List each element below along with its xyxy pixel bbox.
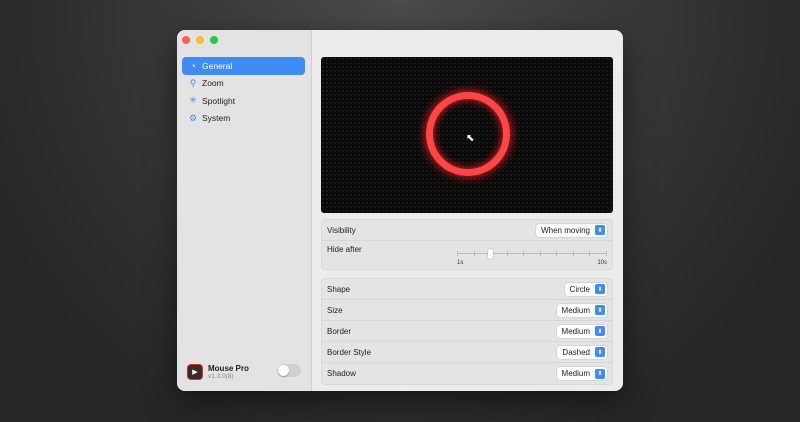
app-toggle[interactable]	[277, 364, 301, 377]
visibility-label: Visibility	[327, 225, 356, 235]
minimize-button[interactable]	[196, 36, 204, 44]
chevron-updown-icon: ⬍	[595, 284, 605, 294]
slider-track	[457, 253, 607, 254]
window-controls	[182, 36, 218, 44]
setting-value: Medium	[561, 326, 590, 336]
spotlight-icon: ✳	[189, 95, 197, 106]
setting-select[interactable]: Medium ⬍	[556, 367, 607, 380]
setting-select[interactable]: Medium ⬍	[556, 303, 607, 317]
sidebar-item-label: System	[202, 113, 231, 124]
hide-after-row: Hide after 1s 10s	[322, 241, 612, 269]
sidebar: ◔ General ⚲ Zoom ✳ Spotlight ⚙ System ▶ Mouse P…	[177, 30, 312, 391]
setting-row-size: Size Medium ⬍	[322, 300, 612, 321]
setting-select[interactable]: Circle ⬍	[564, 282, 607, 296]
setting-value: Dashed	[562, 347, 590, 357]
setting-label: Size	[327, 305, 343, 315]
setting-select[interactable]: Dashed ⬍	[557, 345, 607, 359]
slider-min-label: 1s	[457, 260, 464, 266]
slider-knob[interactable]	[488, 249, 494, 259]
app-icon: ▶	[187, 364, 203, 380]
setting-row-shadow: Shadow Medium ⬍	[322, 363, 612, 384]
setting-label: Shadow	[327, 369, 356, 378]
settings-window: ◔ General ⚲ Zoom ✳ Spotlight ⚙ System ▶ Mouse P…	[177, 30, 623, 391]
slider-tick	[556, 251, 558, 256]
slider-tick	[606, 251, 607, 256]
chevron-updown-icon: ⬍	[595, 368, 605, 379]
sidebar-item-label: General	[202, 60, 233, 71]
pointer-icon: ⬉	[466, 133, 475, 144]
setting-value: Medium	[561, 305, 590, 315]
setting-value: Circle	[569, 284, 590, 294]
chevron-updown-icon: ⬍	[595, 347, 605, 357]
visibility-row: Visibility When moving ⬍	[322, 220, 612, 241]
appearance-group: Shape Circle ⬍ Size Medium ⬍ Border Medium ⬍ Bord…	[321, 278, 613, 385]
setting-select[interactable]: Medium ⬍	[556, 324, 607, 338]
cursor-preview: ⬉	[321, 57, 613, 213]
sidebar-item-label: Spotlight	[202, 95, 236, 106]
setting-label: Border Style	[327, 347, 372, 357]
slider-tick	[539, 251, 541, 256]
slider-tick	[572, 251, 574, 256]
setting-value: Medium	[561, 369, 590, 378]
sidebar-item-spotlight[interactable]: ✳ Spotlight	[182, 92, 305, 110]
visibility-select[interactable]: When moving ⬍	[536, 223, 607, 237]
hide-after-label: Hide after	[327, 245, 362, 254]
zoom-icon: ⚲	[189, 77, 197, 88]
gauge-icon: ◔	[190, 60, 196, 71]
slider-tick	[523, 251, 525, 256]
hide-after-slider[interactable]: 1s 10s	[457, 245, 607, 267]
sidebar-item-system[interactable]: ⚙ System	[182, 110, 305, 128]
setting-row-border-style: Border Style Dashed ⬍	[322, 342, 612, 363]
visibility-group: Visibility When moving ⬍ Hide after 1s 10…	[321, 219, 613, 270]
setting-row-border: Border Medium ⬍	[322, 321, 612, 342]
setting-label: Shape	[327, 284, 351, 294]
slider-tick	[589, 251, 591, 256]
slider-tick	[506, 251, 508, 256]
visibility-value: When moving	[541, 225, 590, 235]
close-button[interactable]	[182, 36, 190, 44]
sidebar-item-zoom[interactable]: ⚲ Zoom	[182, 75, 305, 93]
slider-max-label: 10s	[597, 260, 607, 266]
sidebar-item-general[interactable]: ◔ General	[182, 57, 305, 75]
app-info: ▶ Mouse Pro v1.3.0(8)	[187, 364, 249, 380]
gear-icon: ⚙	[188, 112, 198, 123]
sidebar-item-label: Zoom	[202, 78, 224, 89]
app-name: Mouse Pro	[208, 364, 249, 373]
setting-row-shape: Shape Circle ⬍	[322, 279, 612, 300]
chevron-updown-icon: ⬍	[595, 326, 605, 336]
setting-label: Border	[327, 326, 352, 336]
app-version: v1.3.0(8)	[208, 373, 234, 380]
chevron-updown-icon: ⬍	[595, 305, 605, 315]
chevron-updown-icon: ⬍	[595, 225, 605, 235]
zoom-button[interactable]	[210, 36, 218, 44]
slider-tick	[457, 251, 458, 256]
slider-tick	[473, 251, 475, 256]
